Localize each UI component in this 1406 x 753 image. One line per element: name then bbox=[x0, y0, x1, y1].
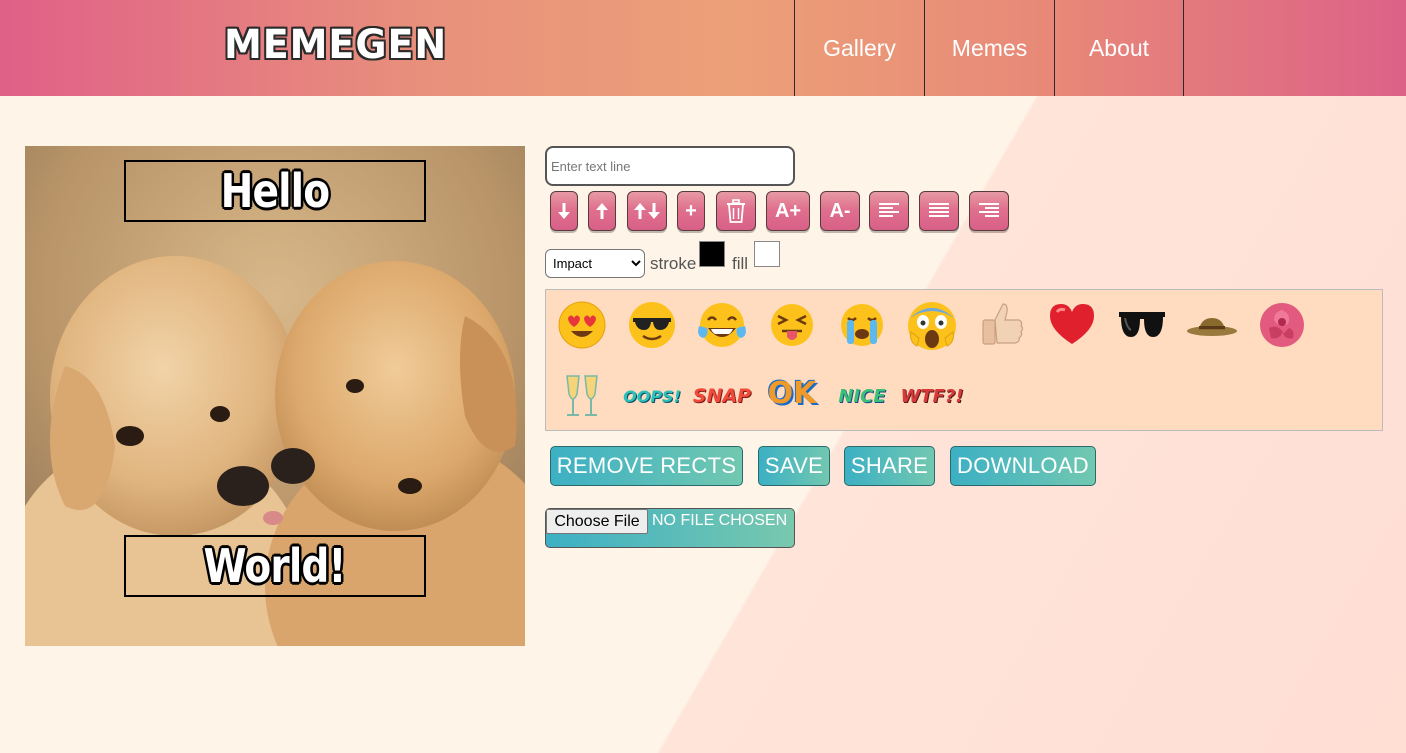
heart-eyes-emoji[interactable] bbox=[555, 298, 609, 352]
wtf-sticker[interactable]: WTF?! bbox=[900, 376, 963, 416]
swap-vertical-icon bbox=[634, 203, 660, 219]
text-line-input[interactable] bbox=[545, 146, 795, 186]
align-center-button[interactable] bbox=[919, 191, 959, 231]
snap-sticker[interactable]: SNAP bbox=[693, 376, 751, 416]
nav-about[interactable]: About bbox=[1054, 0, 1184, 96]
top-text-line[interactable]: Hello bbox=[124, 160, 426, 222]
choose-file-button[interactable]: Choose File bbox=[546, 509, 648, 534]
nav-memes[interactable]: Memes bbox=[924, 0, 1054, 96]
align-center-icon bbox=[929, 203, 949, 217]
stroke-color-picker[interactable] bbox=[699, 241, 725, 267]
sunglasses-emoji[interactable] bbox=[625, 298, 679, 352]
nice-sticker[interactable]: NICE bbox=[834, 376, 890, 416]
oops-sticker[interactable]: OOPS! bbox=[623, 376, 681, 416]
stroke-label: stroke bbox=[650, 254, 697, 273]
champagne-glasses[interactable] bbox=[555, 368, 609, 422]
file-upload[interactable]: Choose File NO FILE CHOSEN bbox=[545, 508, 795, 548]
increase-font-button[interactable]: A+ bbox=[766, 191, 810, 231]
file-status-text: NO FILE CHOSEN bbox=[652, 512, 788, 529]
squinting-tongue-emoji[interactable] bbox=[765, 298, 819, 352]
share-button[interactable]: SHARE bbox=[844, 446, 935, 486]
top-text: Hello bbox=[220, 164, 331, 218]
arrow-down-icon bbox=[558, 203, 570, 219]
nav-gallery[interactable]: Gallery bbox=[794, 0, 924, 96]
plus-icon: + bbox=[685, 199, 697, 222]
bottom-text-line[interactable]: World! bbox=[124, 535, 426, 597]
switch-lines-button[interactable] bbox=[627, 191, 667, 231]
save-button[interactable]: SAVE bbox=[758, 446, 830, 486]
meme-canvas[interactable]: Hello World! bbox=[25, 146, 525, 646]
crying-emoji[interactable] bbox=[835, 298, 889, 352]
align-left-button[interactable] bbox=[869, 191, 909, 231]
thumbs-up-emoji[interactable] bbox=[975, 298, 1029, 352]
sticker-panel: OOPS! SNAP OK NICE WTF?! bbox=[545, 289, 1383, 431]
arrow-up-icon bbox=[596, 203, 608, 219]
trash-icon bbox=[727, 199, 745, 223]
add-line-button[interactable]: + bbox=[677, 191, 705, 231]
rose[interactable] bbox=[1255, 298, 1309, 352]
main-nav: Gallery Memes About bbox=[794, 0, 1184, 96]
move-down-button[interactable] bbox=[550, 191, 578, 231]
decrease-font-button[interactable]: A- bbox=[820, 191, 860, 231]
fill-color-picker[interactable] bbox=[754, 241, 780, 267]
ok-sticker[interactable]: OK bbox=[764, 373, 820, 413]
font-select[interactable]: Impact bbox=[545, 249, 645, 278]
download-button[interactable]: DOWNLOAD bbox=[950, 446, 1096, 486]
align-right-icon bbox=[979, 203, 999, 217]
delete-line-button[interactable] bbox=[716, 191, 756, 231]
hat[interactable] bbox=[1185, 298, 1239, 352]
bottom-text: World! bbox=[203, 539, 347, 593]
align-left-icon bbox=[879, 203, 899, 217]
black-sunglasses[interactable] bbox=[1115, 298, 1169, 352]
screaming-emoji[interactable] bbox=[905, 298, 959, 352]
red-heart-emoji[interactable] bbox=[1045, 298, 1099, 352]
tears-of-joy-emoji[interactable] bbox=[695, 298, 749, 352]
site-header: MEMEGEN Gallery Memes About bbox=[0, 0, 1406, 96]
site-logo[interactable]: MEMEGEN bbox=[224, 22, 447, 68]
move-up-button[interactable] bbox=[588, 191, 616, 231]
align-right-button[interactable] bbox=[969, 191, 1009, 231]
fill-label: fill bbox=[732, 254, 749, 273]
remove-rects-button[interactable]: REMOVE RECTS bbox=[550, 446, 743, 486]
